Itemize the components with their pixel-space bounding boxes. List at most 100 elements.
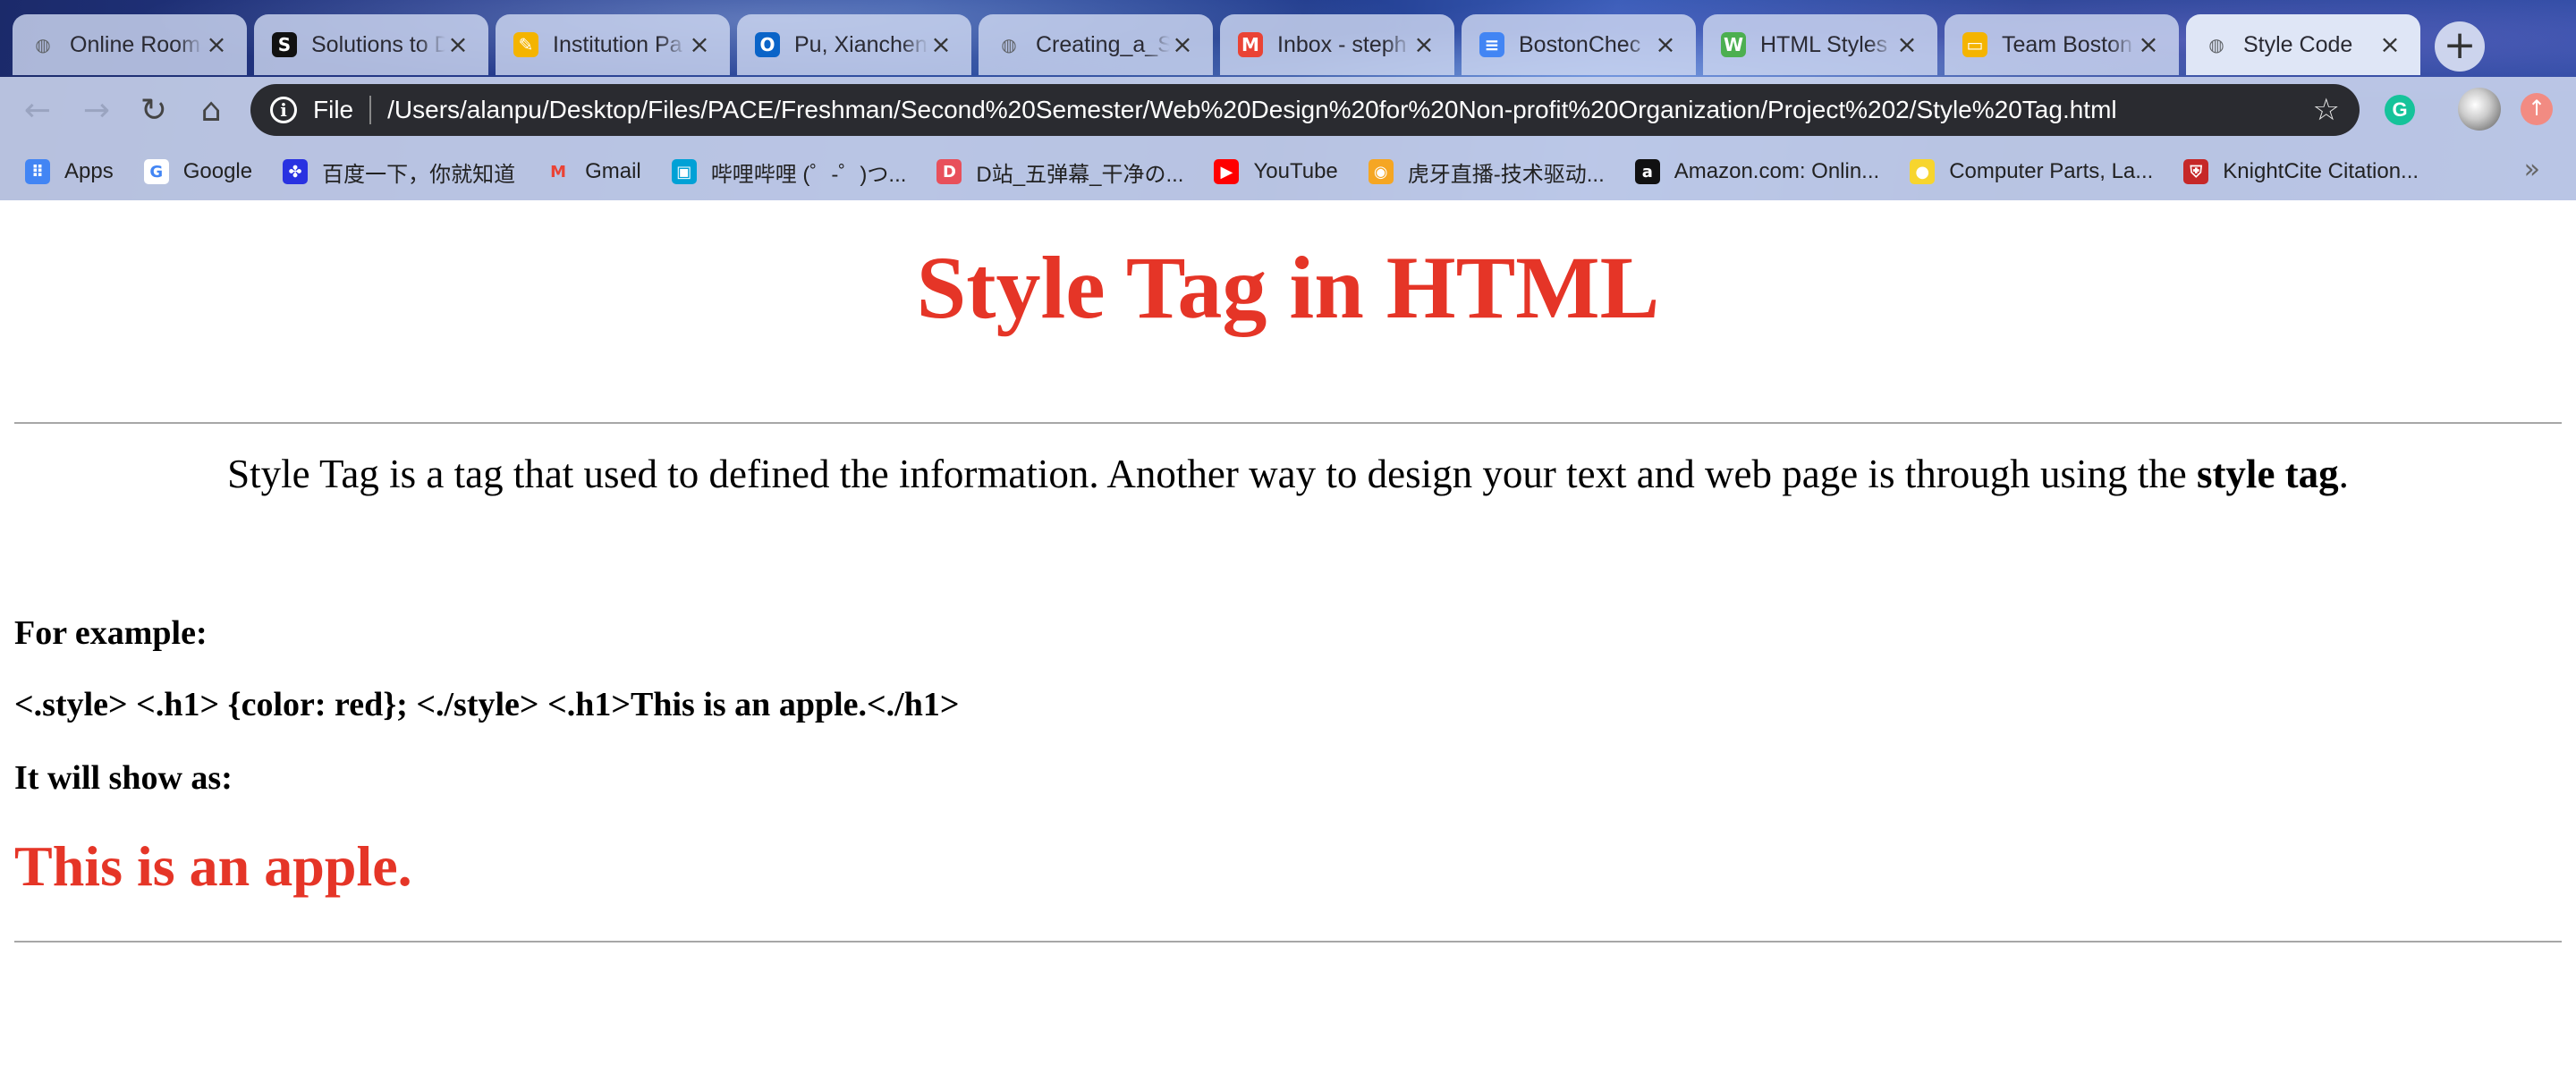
intro-text: Style Tag is a tag that used to defined … <box>227 452 2197 496</box>
docs-icon: ≡ <box>1479 32 1504 57</box>
close-tab-icon[interactable]: × <box>1170 32 1195 57</box>
bookmark-6[interactable]: ▶ YouTube <box>1214 159 1338 184</box>
example-label: For example: <box>14 614 208 652</box>
bookmark-label: D站_五弹幕_干净の... <box>976 162 1184 187</box>
url-scheme: File <box>313 96 354 123</box>
bookmark-label: Apps <box>64 159 114 183</box>
reload-button[interactable]: ↻ <box>136 93 172 129</box>
update-icon[interactable]: ↑ <box>2521 93 2553 125</box>
code-example: <.style> <.h1> {color: red}; <./style> <… <box>14 686 960 723</box>
url-text[interactable]: /Users/alanpu/Desktop/Files/PACE/Freshma… <box>387 96 2117 124</box>
bookmark-10[interactable]: ⛨ KnightCite Citation... <box>2183 159 2419 184</box>
close-tab-icon[interactable]: × <box>1653 32 1678 57</box>
profile-avatar[interactable] <box>2458 88 2501 131</box>
bookmark-label: 百度一下，你就知道 <box>322 162 516 187</box>
tab-7[interactable]: W HTML Styles × <box>1703 14 1937 75</box>
s-logo-icon: S <box>272 32 297 57</box>
pencil-icon: ✎ <box>513 32 538 57</box>
bookmark-label: Google <box>182 159 253 183</box>
bilibili-icon: ▣ <box>671 159 697 184</box>
gmail-icon: M <box>550 162 567 182</box>
tab-1[interactable]: S Solutions to D × <box>254 14 488 75</box>
close-tab-icon[interactable]: × <box>1411 32 1436 57</box>
site-info-icon[interactable]: i <box>270 97 297 123</box>
tab-label: Solutions to D <box>311 31 445 57</box>
globe-icon: ◍ <box>2208 34 2224 55</box>
close-tab-icon[interactable]: × <box>445 32 470 57</box>
slides-icon: ▭ <box>1962 32 1987 57</box>
close-tab-icon[interactable]: × <box>928 32 953 57</box>
tab-0[interactable]: ◍ Online Room × <box>13 14 247 75</box>
intro-bold-text: style tag <box>2196 452 2339 496</box>
close-tab-icon[interactable]: × <box>2377 32 2402 57</box>
globe-icon: ◍ <box>1001 34 1017 55</box>
bookmarks-overflow-icon[interactable]: » <box>2524 154 2540 185</box>
tab-2[interactable]: ✎ Institution Pa × <box>496 14 730 75</box>
bookmark-5[interactable]: D D站_五弹幕_干净の... <box>936 156 1183 188</box>
tab-label: Online Room <box>70 31 200 57</box>
w3-icon: W <box>1721 32 1746 57</box>
tab-9[interactable]: ◍ Style Code × <box>2186 14 2420 75</box>
amazon-icon: a <box>1634 159 1660 184</box>
page-content: Style Tag in HTML Style Tag is a tag tha… <box>0 200 2576 1082</box>
bookmarks-bar: ⠿ Apps G Google ✤ 百度一下，你就知道 M Gmail ▣ 哔哩哔哩 (゜-゜)つ… <box>0 143 2576 200</box>
tab-label: Style Code <box>2243 31 2353 57</box>
tab-4[interactable]: ◍ Creating_a_S × <box>979 14 1213 75</box>
tab-label: Pu, Xianchen <box>794 31 928 57</box>
page-title: Style Tag in HTML <box>916 238 1660 337</box>
url-separator <box>369 96 372 124</box>
tab-label: Inbox - steph <box>1277 31 1407 57</box>
d-site-icon: D <box>936 159 962 184</box>
bookmark-label: 虎牙直播-技术驱动... <box>1407 162 1605 187</box>
close-tab-icon[interactable]: × <box>2136 32 2161 57</box>
apps-grid-icon: ⠿ <box>25 159 50 184</box>
bookmark-1[interactable]: G Google <box>143 159 253 184</box>
bookmark-label: Computer Parts, La... <box>1949 159 2154 183</box>
globe-icon: ◍ <box>35 34 51 55</box>
grammarly-extension-icon[interactable]: G <box>2385 95 2415 125</box>
outlook-icon: O <box>755 32 780 57</box>
bookmark-8[interactable]: a Amazon.com: Onlin... <box>1634 159 1880 184</box>
google-icon: G <box>143 159 169 184</box>
bookmark-7[interactable]: ◉ 虎牙直播-技术驱动... <box>1368 156 1605 188</box>
baidu-icon: ✤ <box>283 159 309 184</box>
home-button[interactable]: ⌂ <box>193 93 229 129</box>
bottom-divider <box>14 941 2562 943</box>
forward-button[interactable]: → <box>79 93 114 129</box>
newegg-icon: ● <box>1910 159 1936 184</box>
shield-icon: ⛨ <box>2183 159 2209 184</box>
browser-toolbar: ← → ↻ ⌂ i File /Users/alanpu/Desktop/Fil… <box>0 77 2576 143</box>
bookmark-0[interactable]: ⠿ Apps <box>25 159 114 184</box>
tab-3[interactable]: O Pu, Xianchen × <box>737 14 971 75</box>
bookmark-3[interactable]: M Gmail <box>546 159 641 184</box>
bookmark-label: Amazon.com: Onlin... <box>1674 159 1880 183</box>
tab-6[interactable]: ≡ BostonChec × <box>1462 14 1696 75</box>
bookmark-star-icon[interactable]: ☆ <box>2313 93 2340 127</box>
bookmark-4[interactable]: ▣ 哔哩哔哩 (゜-゜)つ... <box>671 156 907 188</box>
new-tab-button[interactable]: + <box>2435 21 2485 72</box>
tab-5[interactable]: M Inbox - steph × <box>1220 14 1454 75</box>
address-bar[interactable]: i File /Users/alanpu/Desktop/Files/PACE/… <box>250 84 2360 136</box>
apple-demo-heading: This is an apple. <box>14 834 412 898</box>
bookmark-label: Gmail <box>585 159 641 183</box>
youtube-icon: ▶ <box>1214 159 1240 184</box>
huya-icon: ◉ <box>1368 159 1394 184</box>
bookmark-9[interactable]: ● Computer Parts, La... <box>1910 159 2153 184</box>
intro-end: . <box>2338 452 2349 496</box>
close-tab-icon[interactable]: × <box>204 32 229 57</box>
tab-8[interactable]: ▭ Team Boston × <box>1945 14 2179 75</box>
gmail-icon: M <box>1238 32 1263 57</box>
close-tab-icon[interactable]: × <box>687 32 712 57</box>
bookmark-label: YouTube <box>1253 159 1338 183</box>
show-label: It will show as: <box>14 759 233 797</box>
tab-label: Creating_a_S <box>1036 31 1170 57</box>
bookmark-label: KnightCite Citation... <box>2223 159 2419 183</box>
tab-strip: ◍ Online Room × S Solutions to D × ✎ Institutio… <box>13 14 2428 75</box>
back-button[interactable]: ← <box>20 93 55 129</box>
tab-label: BostonChec <box>1519 31 1641 57</box>
bookmark-2[interactable]: ✤ 百度一下，你就知道 <box>283 156 515 188</box>
bookmark-label: 哔哩哔哩 (゜-゜)つ... <box>710 162 907 187</box>
tab-label: HTML Styles <box>1760 31 1888 57</box>
tab-label: Institution Pa <box>553 31 682 57</box>
close-tab-icon[interactable]: × <box>1894 32 1919 57</box>
